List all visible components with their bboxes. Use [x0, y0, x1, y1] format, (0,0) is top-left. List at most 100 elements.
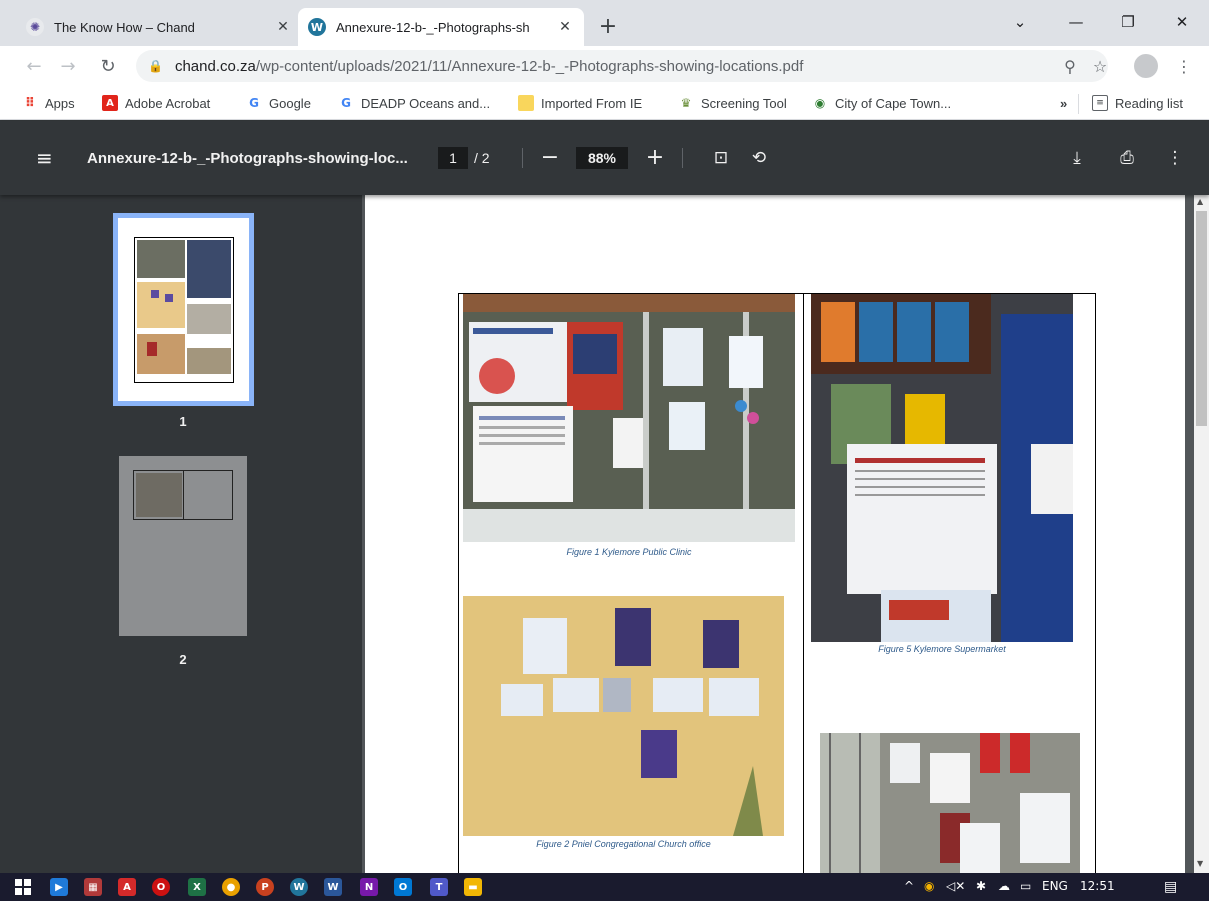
close-window-icon[interactable]: ✕ — [1162, 8, 1202, 36]
windows-taskbar: ▶ ▦ A O X ● P W W N O T ▬ ^ ◉ ◁✕ ✱ ☁ ▭ E… — [0, 873, 1209, 901]
profile-avatar[interactable] — [1134, 54, 1158, 78]
bookmark-apps[interactable]: ⠿ Apps — [22, 93, 75, 113]
bluetooth-icon[interactable]: ✱ — [976, 879, 986, 893]
coat-of-arms-icon: ♛ — [680, 96, 692, 110]
figure-5-photo — [811, 294, 1073, 642]
reading-list-button[interactable]: ≡ Reading list — [1092, 93, 1183, 113]
acrobat-reader-icon[interactable]: A — [118, 878, 136, 896]
bookmark-imported-from-ie[interactable]: Imported From IE — [518, 93, 642, 113]
onenote-icon[interactable]: N — [360, 878, 378, 896]
bookmarks-bar: ⠿ Apps A Adobe Acrobat G Google G DEADP … — [0, 86, 1209, 120]
network-icon[interactable]: ▭ — [1020, 879, 1031, 893]
acrobat-icon: A — [102, 95, 118, 111]
tray-chevron-up-icon[interactable]: ^ — [904, 879, 914, 893]
notifications-icon[interactable]: ▤ — [1164, 879, 1177, 895]
viewer-scrollbar[interactable]: ▲ ▼ — [1194, 195, 1209, 873]
clinic-noticeboard-illustration — [463, 294, 795, 542]
pdf-title: Annexure-12-b-_-Photographs-showing-loc.… — [87, 150, 408, 167]
noticeboard-with-ribbons-illustration — [820, 733, 1080, 873]
bookmarks-overflow-button[interactable]: » — [1060, 93, 1067, 113]
back-arrow-icon[interactable]: ← — [20, 52, 48, 80]
scroll-down-arrow-icon[interactable]: ▼ — [1197, 859, 1203, 868]
kebab-menu-icon[interactable]: ⋮ — [1170, 52, 1198, 80]
figure-1-photo — [463, 294, 795, 542]
figure-6-photo — [820, 733, 1080, 873]
scroll-up-arrow-icon[interactable]: ▲ — [1197, 197, 1203, 206]
tab-annexure-pdf[interactable]: W Annexure-12-b-_-Photographs-sh ✕ — [298, 8, 584, 46]
pdf-viewer[interactable]: Figure 1 Kylemore Public Clinic Figure 2… — [362, 195, 1194, 873]
word-icon[interactable]: W — [324, 878, 342, 896]
tab-label: Annexure-12-b-_-Photographs-sh — [336, 19, 530, 35]
file-explorer-icon[interactable]: ▬ — [464, 878, 482, 896]
powerpoint-icon[interactable]: P — [256, 878, 274, 896]
bookmark-label: Imported From IE — [541, 95, 643, 111]
address-bar[interactable]: 🔒 chand.co.za/wp-content/uploads/2021/11… — [136, 50, 1108, 82]
zoom-out-icon[interactable]: − — [537, 144, 563, 170]
rotate-icon[interactable]: ⟲ — [746, 145, 772, 171]
clock[interactable]: 12:51 — [1080, 879, 1115, 893]
figure-5-caption: Figure 5 Kylemore Supermarket — [878, 644, 1006, 654]
hamburger-menu-icon[interactable]: ≡ — [36, 148, 56, 168]
thumbnail-page-1[interactable] — [113, 213, 254, 406]
city-icon: ◉ — [814, 96, 826, 110]
minimize-icon[interactable]: — — [1056, 8, 1096, 36]
page-total: / 2 — [474, 150, 490, 166]
bookmark-label: Screening Tool — [701, 95, 787, 111]
bookmark-google[interactable]: G Google — [246, 93, 311, 113]
language-indicator[interactable]: ENG — [1042, 879, 1068, 893]
tab-know-how[interactable]: ✺ The Know How – Chand ✕ — [16, 8, 302, 46]
download-icon[interactable]: ⤓ — [1064, 145, 1090, 171]
bookmark-adobe-acrobat[interactable]: A Adobe Acrobat — [102, 93, 210, 113]
forward-arrow-icon[interactable]: → — [54, 52, 82, 80]
close-tab-icon[interactable]: ✕ — [274, 18, 292, 36]
restore-icon[interactable]: ❐ — [1108, 8, 1148, 36]
wordpress-app-icon[interactable]: W — [290, 878, 308, 896]
excel-icon[interactable]: X — [188, 878, 206, 896]
zoom-level-input[interactable]: 88% — [576, 147, 628, 169]
fit-to-page-icon[interactable]: ⊡ — [708, 145, 734, 171]
bookmark-city-of-cape-town[interactable]: ◉ City of Cape Town... — [812, 93, 951, 113]
zoom-magnifier-icon[interactable]: ⚲ — [1056, 52, 1084, 80]
toolbar-divider — [682, 148, 683, 168]
page-number-input[interactable]: 1 — [438, 147, 468, 169]
opera-icon[interactable]: O — [152, 878, 170, 896]
tab-label: The Know How – Chand — [54, 19, 195, 35]
bookmark-label: City of Cape Town... — [835, 95, 952, 111]
windows-logo-icon — [15, 879, 31, 895]
reading-list-icon: ≡ — [1092, 95, 1108, 111]
chrome-icon[interactable]: ● — [222, 878, 240, 896]
tab-strip: ✺ The Know How – Chand ✕ W Annexure-12-b… — [0, 0, 1209, 46]
outlook-icon[interactable]: O — [394, 878, 412, 896]
reading-list-label: Reading list — [1115, 95, 1183, 111]
chart-app-icon[interactable]: ▦ — [84, 878, 102, 896]
know-how-favicon: ✺ — [26, 18, 44, 36]
pdf-more-actions-icon[interactable]: ⋮ — [1162, 145, 1188, 171]
print-icon[interactable]: ⎙ — [1114, 145, 1140, 171]
bookmark-label: Google — [269, 95, 311, 111]
bookmark-label: Apps — [45, 95, 75, 111]
figure-2-caption: Figure 2 Pniel Congregational Church off… — [536, 839, 711, 849]
wordpress-favicon: W — [308, 18, 326, 36]
media-player-icon[interactable]: ▶ — [50, 878, 68, 896]
bookmark-star-icon[interactable]: ☆ — [1086, 52, 1114, 80]
figure-2-photo — [463, 596, 784, 836]
url-path: /wp-content/uploads/2021/11/Annexure-12-… — [255, 57, 804, 75]
thumbnail-1-label: 1 — [179, 414, 187, 429]
teams-icon[interactable]: T — [430, 878, 448, 896]
volume-muted-icon[interactable]: ◁✕ — [946, 879, 965, 893]
tray-app-icon[interactable]: ◉ — [924, 879, 934, 893]
bookmark-label: DEADP Oceans and... — [361, 95, 491, 111]
new-tab-plus-icon[interactable]: + — [594, 12, 622, 40]
close-tab-icon[interactable]: ✕ — [556, 18, 574, 36]
thumbnail-page-2-preview — [133, 470, 233, 520]
bookmark-deadp-oceans[interactable]: G DEADP Oceans and... — [338, 93, 490, 113]
windows-start-icon[interactable] — [14, 878, 32, 896]
scrollbar-thumb[interactable] — [1196, 211, 1207, 426]
thumbnail-page-2[interactable] — [119, 456, 247, 636]
reload-icon[interactable]: ↻ — [94, 52, 122, 80]
zoom-in-icon[interactable]: + — [642, 144, 668, 170]
onedrive-cloud-icon[interactable]: ☁ — [998, 879, 1010, 893]
bookmark-screening-tool[interactable]: ♛ Screening Tool — [678, 93, 787, 113]
tab-search-chevron-icon[interactable]: ⌄ — [1000, 8, 1040, 36]
church-wall-illustration — [463, 596, 784, 836]
